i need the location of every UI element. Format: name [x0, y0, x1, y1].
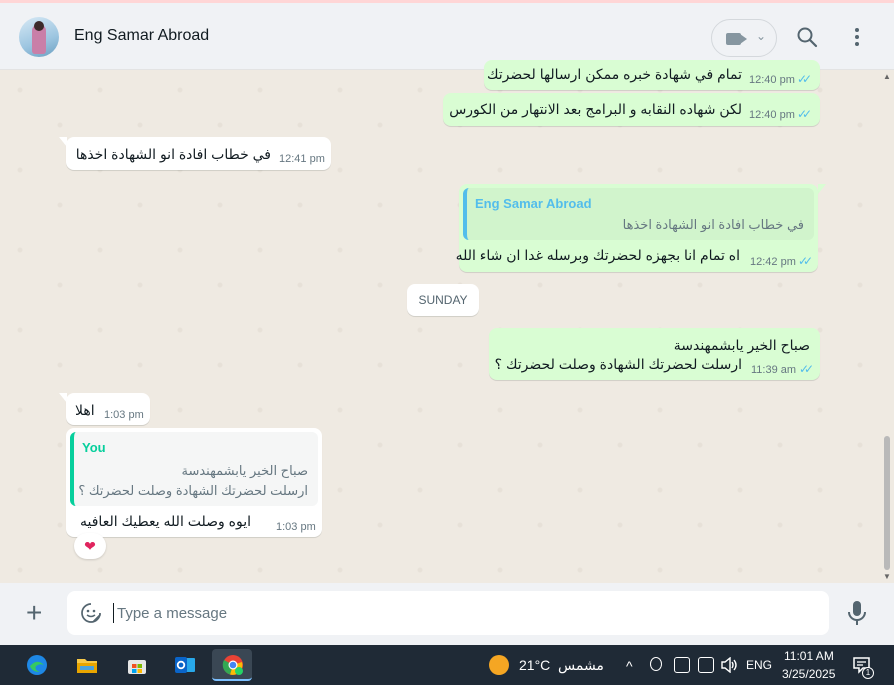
clock-date[interactable]: 3/25/2025: [782, 667, 835, 681]
text-caret: [113, 603, 114, 623]
quoted-text-line: صباح الخير يابشمهندسة: [181, 463, 308, 478]
bubble-tail: [818, 184, 826, 194]
message-time: 1:03 pm: [276, 521, 316, 533]
network-icon[interactable]: [698, 657, 714, 673]
read-receipt-icon: [799, 362, 809, 376]
weather-condition[interactable]: مشمس: [558, 657, 604, 674]
weather-temperature[interactable]: 21°C: [519, 657, 550, 673]
message-bubble-outgoing[interactable]: صباح الخير يابشمهندسة ارسلت لحضرتك الشها…: [489, 328, 820, 380]
quoted-message[interactable]: You صباح الخير يابشمهندسة ارسلت لحضرتك ا…: [70, 432, 318, 506]
menu-dots-icon[interactable]: [845, 25, 869, 49]
message-time: 12:40 pm: [749, 74, 795, 86]
attach-plus-icon[interactable]: +: [26, 599, 42, 627]
message-text-line: ارسلت لحضرتك الشهادة وصلت لحضرتك ؟: [494, 356, 742, 372]
contact-avatar[interactable]: [19, 17, 59, 57]
message-text: لكن شهاده النقابه و البرامج بعد الانتهار…: [449, 101, 742, 117]
windows-taskbar: 21°C مشمس ^ ENG 11:01 AM 3/25/2025 1: [0, 645, 894, 685]
volume-icon[interactable]: [720, 657, 738, 673]
message-time: 12:40 pm: [749, 109, 795, 121]
taskbar-outlook[interactable]: [164, 649, 204, 681]
quoted-sender-name: You: [82, 440, 106, 455]
message-input-box[interactable]: [67, 591, 829, 635]
message-composer: +: [0, 583, 894, 645]
message-bubble-outgoing[interactable]: Eng Samar Abroad في خطاب افادة انو الشها…: [455, 184, 818, 272]
store-icon: [128, 660, 146, 674]
taskbar-chrome[interactable]: [212, 649, 252, 681]
message-bubble-outgoing[interactable]: تمام في شهادة خبره ممكن ارسالها لحضرتك 1…: [484, 60, 820, 90]
quoted-sender-name: Eng Samar Abroad: [475, 196, 592, 211]
message-text: في خطاب افادة انو الشهادة اخذها: [75, 146, 271, 162]
emoji-sticker-icon[interactable]: [80, 602, 102, 624]
read-receipt-icon: [798, 254, 808, 268]
quoted-text-line: ارسلت لحضرتك الشهادة وصلت لحضرتك ؟: [78, 483, 308, 498]
message-input[interactable]: [117, 599, 807, 627]
date-divider: SUNDAY: [407, 284, 479, 316]
message-text: اهلا: [75, 402, 95, 418]
read-receipt-icon: [797, 107, 807, 121]
message-time: 1:03 pm: [104, 409, 144, 421]
taskbar-store[interactable]: [116, 649, 156, 681]
avatar-head: [34, 21, 44, 31]
message-time: 12:42 pm: [750, 256, 796, 268]
vpn-icon[interactable]: [674, 657, 690, 673]
chat-scrollbar[interactable]: [884, 436, 890, 570]
folder-icon: [77, 659, 97, 673]
message-text: ايوه وصلت الله يعطيك العافيه: [80, 513, 251, 529]
microphone-icon[interactable]: [847, 600, 867, 626]
taskbar-edge[interactable]: [16, 649, 56, 681]
clock-time[interactable]: 11:01 AM: [784, 649, 834, 663]
heart-reaction-icon[interactable]: ❤: [74, 533, 106, 559]
message-text-line: صباح الخير يابشمهندسة: [673, 337, 810, 353]
quoted-message[interactable]: Eng Samar Abroad في خطاب افادة انو الشها…: [463, 188, 814, 240]
outlook-icon: [175, 657, 195, 673]
notification-count-badge: 1: [862, 667, 874, 679]
video-call-button[interactable]: ⌄: [711, 19, 777, 57]
edge-icon: [27, 655, 47, 675]
message-time: 11:39 am: [751, 364, 797, 376]
meet-now-icon[interactable]: [650, 657, 662, 671]
contact-name[interactable]: Eng Samar Abroad: [74, 27, 209, 45]
weather-sun-icon[interactable]: [489, 655, 509, 675]
chevron-down-icon: ⌄: [756, 29, 767, 43]
search-icon[interactable]: [795, 25, 819, 49]
input-language[interactable]: ENG: [746, 658, 772, 672]
message-bubble-outgoing[interactable]: لكن شهاده النقابه و البرامج بعد الانتهار…: [443, 93, 820, 126]
tray-overflow-chevron[interactable]: ^: [626, 658, 633, 674]
message-text: تمام في شهادة خبره ممكن ارسالها لحضرتك: [486, 66, 742, 82]
scroll-down-icon[interactable]: ▼: [883, 572, 891, 581]
scroll-up-icon[interactable]: ▲: [883, 72, 891, 81]
message-bubble-incoming[interactable]: في خطاب افادة انو الشهادة اخذها 12:41 pm: [66, 137, 331, 170]
chrome-icon: [222, 655, 243, 675]
video-camera-icon: [726, 33, 741, 45]
taskbar-file-explorer[interactable]: [66, 649, 106, 681]
quoted-text: في خطاب افادة انو الشهادة اخذها: [622, 217, 804, 232]
read-receipt-icon: [797, 72, 807, 86]
message-text: اه تمام انا بجهزه لحضرتك وبرسله غدا ان ش…: [455, 247, 740, 263]
message-time: 12:41 pm: [279, 153, 325, 165]
message-bubble-incoming[interactable]: اهلا 1:03 pm: [66, 393, 150, 425]
message-bubble-incoming[interactable]: You صباح الخير يابشمهندسة ارسلت لحضرتك ا…: [66, 428, 322, 537]
